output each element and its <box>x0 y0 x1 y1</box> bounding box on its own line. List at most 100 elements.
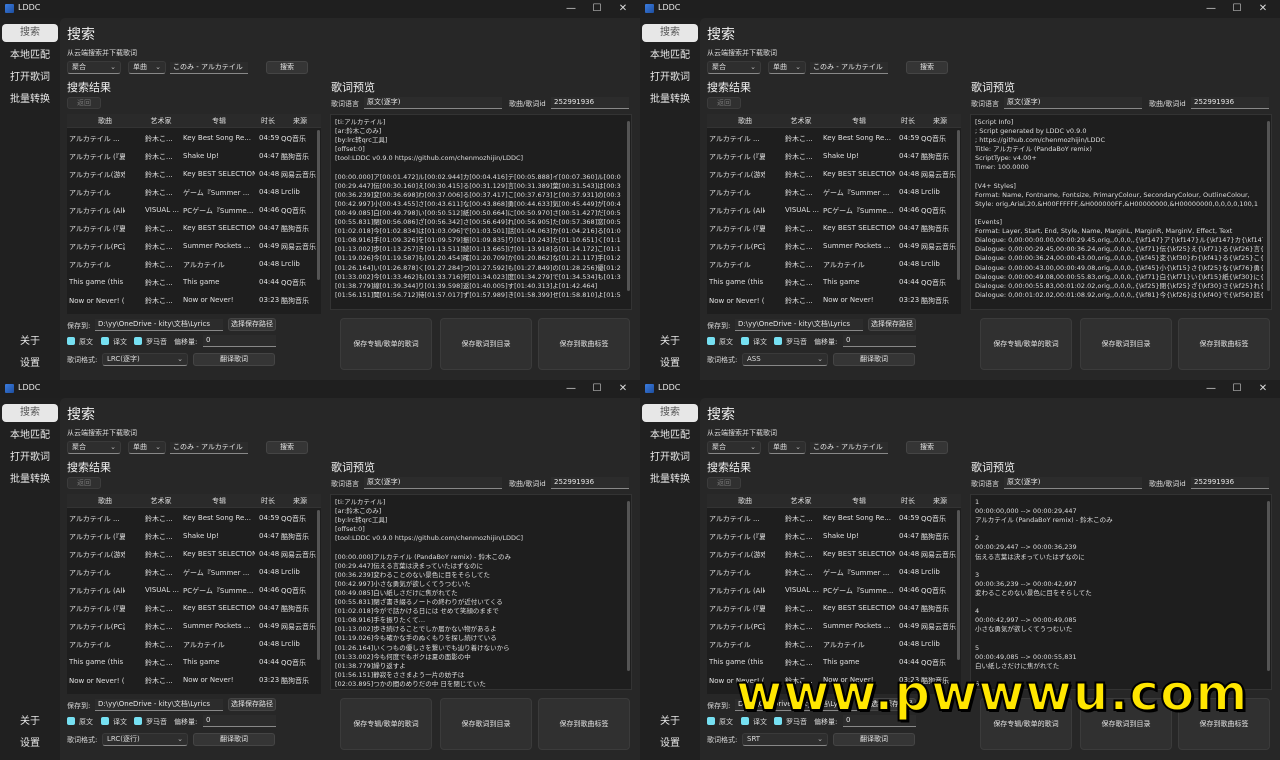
search-button[interactable]: 搜索 <box>266 61 308 74</box>
table-row[interactable]: This game (this ... 鈴木こ... This game 04:44Q… <box>67 274 321 292</box>
lyrics-preview-box[interactable]: 1 00:00:00,000 --> 00:00:29,447 アルカテイル (… <box>970 494 1272 690</box>
column-header[interactable]: 专辑 <box>181 116 257 126</box>
source-select[interactable]: 聚合 ⌄ <box>707 441 761 454</box>
sidebar-item-batch-convert[interactable]: 批量转换 <box>2 91 58 109</box>
format-select[interactable]: LRC(逐字) ⌄ <box>102 353 188 366</box>
offset-spinbox[interactable]: 0 <box>203 715 276 727</box>
minimize-icon[interactable]: — <box>558 1 584 17</box>
search-button[interactable]: 搜索 <box>906 441 948 454</box>
translate-button[interactable]: 翻译歌词 <box>833 733 915 746</box>
table-row[interactable]: アルカテイル(PC游... 鈴木こ... Summer Pockets ... 04:… <box>67 618 321 636</box>
table-row[interactable]: アルカテイル (『夏... 鈴木こ... Key BEST SELECTION 04:… <box>707 600 961 618</box>
save-path-input[interactable]: D:\yy\OneDrive - kity\文档\Lyrics <box>95 699 223 711</box>
table-row[interactable]: アルカテイル ... 鈴木こ... Key Best Song Re... 04:59… <box>707 130 961 148</box>
results-scrollbar[interactable] <box>317 510 320 660</box>
column-header[interactable]: 专辑 <box>821 116 897 126</box>
save-to-tag-button[interactable]: 保存到歌曲标签 <box>538 698 630 750</box>
original-checkbox[interactable] <box>67 717 75 725</box>
column-header[interactable]: 来源 <box>921 116 959 126</box>
sidebar-item-batch-convert[interactable]: 批量转换 <box>642 471 698 489</box>
save-to-directory-button[interactable]: 保存歌词到目录 <box>440 698 532 750</box>
table-row[interactable]: アルカテイル (『夏... 鈴木こ... Shake Up! 04:47酷狗音乐 <box>67 528 321 546</box>
sidebar-item-search[interactable]: 搜索 <box>2 404 58 422</box>
save-path-input[interactable]: D:\yy\OneDrive - kity\文档\Lyrics <box>95 319 223 331</box>
sidebar-item-open-lyrics[interactable]: 打开歌词 <box>2 449 58 467</box>
save-album-lyrics-button[interactable]: 保存专辑/歌单的歌词 <box>980 318 1072 370</box>
results-scrollbar[interactable] <box>317 130 320 280</box>
sidebar-item-about[interactable]: 关于 <box>2 333 58 351</box>
close-icon[interactable]: ✕ <box>610 1 636 17</box>
column-header[interactable]: 歌曲 <box>707 116 783 126</box>
table-row[interactable]: アルカテイル 鈴木こ... ゲーム『Summer ... 04:48 Lrclib <box>67 184 321 202</box>
sidebar-item-settings[interactable]: 设置 <box>642 355 698 373</box>
lyrics-language-select[interactable]: 原文(逐字) <box>364 477 502 489</box>
minimize-icon[interactable]: — <box>1198 1 1224 17</box>
sidebar-item-open-lyrics[interactable]: 打开歌词 <box>2 69 58 87</box>
title-bar[interactable]: LDDC — ☐ ✕ <box>640 0 1280 18</box>
format-select[interactable]: LRC(逐行) ⌄ <box>102 733 188 746</box>
song-id-input[interactable]: 252991936 <box>551 477 629 489</box>
search-input[interactable]: このみ - アルカテイル <box>170 442 248 454</box>
sidebar-item-search[interactable]: 搜索 <box>642 24 698 42</box>
back-button[interactable]: 返回 <box>707 97 741 109</box>
type-select[interactable]: 单曲 ⌄ <box>128 61 166 74</box>
column-header[interactable]: 专辑 <box>821 496 897 506</box>
sidebar-item-local-match[interactable]: 本地匹配 <box>2 47 58 65</box>
search-button[interactable]: 搜索 <box>266 441 308 454</box>
sidebar-item-open-lyrics[interactable]: 打开歌词 <box>642 69 698 87</box>
column-header[interactable]: 时长 <box>897 496 919 506</box>
song-id-input[interactable]: 252991936 <box>551 97 629 109</box>
table-row[interactable]: アルカテイル ... 鈴木こ... Key Best Song Re... 04:59… <box>707 510 961 528</box>
sidebar-item-batch-convert[interactable]: 批量转换 <box>2 471 58 489</box>
sidebar-item-settings[interactable]: 设置 <box>642 735 698 753</box>
preview-scrollbar[interactable] <box>627 121 630 291</box>
original-checkbox[interactable] <box>707 717 715 725</box>
table-row[interactable]: アルカテイル (Alka ... VISUAL ... PCゲーム『Summe...… <box>707 202 961 220</box>
column-header[interactable]: 专辑 <box>181 496 257 506</box>
sidebar-item-search[interactable]: 搜索 <box>2 24 58 42</box>
table-row[interactable]: アルカテイル (『夏... 鈴木こ... Key BEST SELECTION 04:… <box>67 220 321 238</box>
preview-scrollbar[interactable] <box>1267 121 1270 291</box>
original-checkbox[interactable] <box>707 337 715 345</box>
search-input[interactable]: このみ - アルカテイル <box>810 442 888 454</box>
table-row[interactable]: アルカテイル (『夏... 鈴木こ... Shake Up! 04:47酷狗音乐 <box>707 528 961 546</box>
save-to-tag-button[interactable]: 保存到歌曲标签 <box>1178 318 1270 370</box>
table-row[interactable]: アルカテイル (Alka ... VISUAL ... PCゲーム『Summe...… <box>707 582 961 600</box>
sidebar-item-open-lyrics[interactable]: 打开歌词 <box>642 449 698 467</box>
offset-spinbox[interactable]: 0 <box>843 335 916 347</box>
format-select[interactable]: ASS ⌄ <box>742 353 828 366</box>
choose-path-button[interactable]: 选择保存路径 <box>228 318 276 331</box>
title-bar[interactable]: LDDC — ☐ ✕ <box>0 380 640 398</box>
minimize-icon[interactable]: — <box>1198 381 1224 397</box>
table-row[interactable]: アルカテイル (Alka ... VISUAL ... PCゲーム『Summe...… <box>67 202 321 220</box>
column-header[interactable]: 艺术家 <box>143 116 179 126</box>
save-path-input[interactable]: D:\yy\OneDrive - kity\文档\Lyrics <box>735 319 863 331</box>
romaji-checkbox[interactable] <box>134 717 142 725</box>
lyrics-language-select[interactable]: 原文(逐字) <box>1004 97 1142 109</box>
maximize-icon[interactable]: ☐ <box>1224 1 1250 17</box>
table-row[interactable]: アルカテイル 鈴木こ... アルカテイル 04:48 Lrclib <box>67 636 321 654</box>
romaji-checkbox[interactable] <box>774 337 782 345</box>
table-row[interactable]: This game (this ... 鈴木こ... This game 04:44Q… <box>707 274 961 292</box>
column-header[interactable]: 时长 <box>257 116 279 126</box>
sidebar-item-search[interactable]: 搜索 <box>642 404 698 422</box>
format-select[interactable]: SRT ⌄ <box>742 733 828 746</box>
results-scrollbar[interactable] <box>957 130 960 280</box>
table-row[interactable]: アルカテイル (『夏... 鈴木こ... Key BEST SELECTION 04:… <box>707 220 961 238</box>
save-to-directory-button[interactable]: 保存歌词到目录 <box>1080 318 1172 370</box>
sidebar-item-local-match[interactable]: 本地匹配 <box>642 427 698 445</box>
table-row[interactable]: アルカテイル (『夏... 鈴木こ... Key BEST SELECTION 04:… <box>67 600 321 618</box>
table-row[interactable]: アルカテイル(游戏... 鈴木こ... Key BEST SELECTION 04:4… <box>707 166 961 184</box>
source-select[interactable]: 聚合 ⌄ <box>67 61 121 74</box>
table-row[interactable]: アルカテイル 鈴木こ... ゲーム『Summer ... 04:48 Lrclib <box>707 564 961 582</box>
title-bar[interactable]: LDDC — ☐ ✕ <box>640 380 1280 398</box>
table-row[interactable]: アルカテイル(游戏... 鈴木こ... Key BEST SELECTION 04:4… <box>67 166 321 184</box>
table-row[interactable]: Now or Never! (『... 鈴木こ... Now or Never! 03… <box>707 292 961 310</box>
column-header[interactable]: 歌曲 <box>67 116 143 126</box>
back-button[interactable]: 返回 <box>67 97 101 109</box>
save-to-directory-button[interactable]: 保存歌词到目录 <box>440 318 532 370</box>
close-icon[interactable]: ✕ <box>1250 1 1276 17</box>
column-header[interactable]: 艺术家 <box>783 116 819 126</box>
translate-button[interactable]: 翻译歌词 <box>193 353 275 366</box>
column-header[interactable]: 歌曲 <box>67 496 143 506</box>
